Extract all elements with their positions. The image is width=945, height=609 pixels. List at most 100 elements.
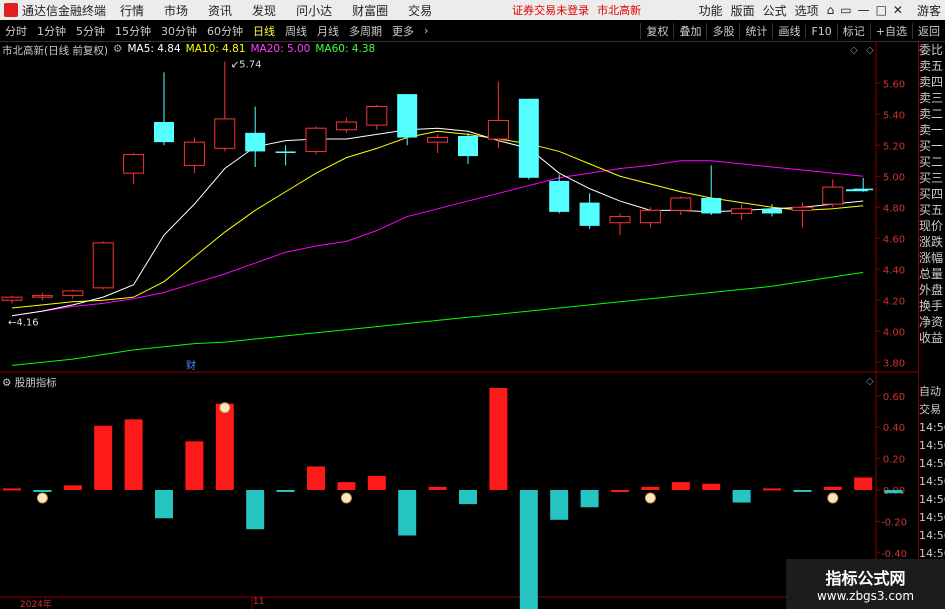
- money-bag-icon: [827, 492, 839, 504]
- quote-row-17: 净资: [919, 315, 944, 329]
- quote-row-5: 卖一: [919, 123, 944, 137]
- candle: [701, 165, 722, 215]
- money-bag-icon: [340, 492, 352, 504]
- quote-row-16: 换手: [919, 299, 944, 313]
- candle: [458, 132, 478, 164]
- candle: [275, 145, 296, 166]
- trade-row-4: 14:56: [919, 457, 945, 470]
- trade-row-2: 14:56: [919, 421, 945, 434]
- candle-body: [701, 197, 722, 214]
- kline-chart[interactable]: 5.60 5.40 5.20 5.00 4.80 4.60 4.40 4.20 4.00 3.80…: [0, 0, 945, 609]
- quote-row-2: 卖四: [919, 75, 944, 89]
- quote-row-1: 卖五: [919, 59, 944, 73]
- price-label: 5.20: [883, 141, 905, 152]
- finance-marker: 财: [186, 359, 196, 372]
- candle-body: [427, 137, 449, 143]
- candle: [518, 98, 539, 180]
- candle: [214, 61, 236, 152]
- indicator-bar: [246, 490, 265, 530]
- candle-body: [183, 141, 205, 166]
- candle-body: [305, 127, 327, 152]
- quote-row-15: 外盘: [919, 283, 944, 297]
- indicator-title: ⚙ 股朋指标: [2, 375, 57, 390]
- trade-row-3: 14:56: [919, 439, 945, 452]
- candle: [397, 94, 418, 146]
- candle: [245, 106, 266, 167]
- quote-row-14: 总量: [919, 267, 944, 281]
- candle-body: [518, 98, 539, 178]
- candle: [31, 292, 53, 301]
- indicator-bar: [611, 490, 629, 492]
- quote-row-6: 买一: [919, 139, 944, 153]
- quote-row-3: 卖三: [919, 91, 944, 105]
- diamond-icon: ◇: [850, 45, 858, 56]
- quote-row-4: 卖二: [919, 107, 944, 121]
- quote-row-11: 现价: [919, 219, 944, 233]
- candle-body: [397, 94, 418, 138]
- time-axis: 2024年 11: [0, 597, 780, 609]
- candle: [731, 204, 753, 220]
- money-bag-icon: [644, 492, 656, 504]
- indicator-settings-icon[interactable]: ⚙: [2, 377, 11, 389]
- candle-body: [31, 295, 53, 298]
- candle-body: [214, 118, 236, 149]
- indicator-bar: [854, 477, 873, 490]
- indicator-name: 股朋指标: [14, 377, 57, 389]
- candle: [92, 241, 114, 290]
- indicator-bar: [519, 490, 538, 609]
- candle: [154, 72, 174, 146]
- quote-row-9: 买四: [919, 187, 944, 201]
- candle: [366, 104, 388, 130]
- indicator-bar: [732, 490, 751, 503]
- indicator-bar: [124, 419, 143, 490]
- candle-body: [366, 106, 388, 126]
- candle: [670, 196, 692, 215]
- trade-row-5: 14:56: [919, 475, 945, 488]
- price-label: 5.00: [883, 172, 905, 183]
- quote-row-0: 委比: [919, 43, 944, 57]
- quote-row-18: 收益: [919, 331, 944, 345]
- quote-panel: 委比 卖五 卖四 卖三 卖二 卖一 买一 买二 买三 买四 买五 现价 涨跌 涨幅 总量 外盘 换手 净资 收益: [918, 42, 945, 382]
- indicator-bar: [702, 483, 721, 490]
- watermark-url: www.zbgs3.com: [816, 589, 915, 603]
- ma60-line: [11, 271, 864, 366]
- diamond-icon: ◇: [866, 376, 874, 387]
- candle: [609, 213, 631, 236]
- quote-row-12: 涨跌: [919, 235, 944, 249]
- candle-body: [731, 208, 753, 214]
- quote-row-8: 买三: [919, 171, 944, 185]
- indicator-bar: [63, 485, 82, 490]
- indicator-bar: [215, 403, 234, 490]
- candle: [549, 174, 570, 214]
- indicator-bar: [763, 488, 781, 491]
- trade-row-7: 14:56: [919, 511, 945, 524]
- candle-body: [458, 135, 478, 157]
- candle: [305, 126, 327, 155]
- candle-body: [609, 216, 631, 224]
- indicator-bar: [398, 490, 417, 536]
- candle-body: [123, 154, 145, 174]
- price-label: 4.60: [883, 234, 905, 245]
- candle: [62, 289, 84, 299]
- indicator-bar: [671, 482, 690, 490]
- candle: [822, 179, 844, 208]
- indicator-bar: [337, 482, 356, 490]
- candle-body: [670, 197, 692, 211]
- candle: [335, 117, 357, 133]
- indicator-bar: [155, 490, 173, 519]
- indicator-bar: [94, 425, 113, 490]
- watermark-title: 指标公式网: [825, 569, 906, 588]
- indicator-bar: [580, 490, 599, 508]
- trade-row-8: 14:56: [919, 529, 945, 542]
- indicator-bar: [3, 488, 21, 491]
- price-label: 4.40: [883, 265, 905, 276]
- indicator-bar: [641, 486, 660, 490]
- money-bag-icon: [36, 492, 48, 504]
- trade-row-1: 交易: [919, 403, 941, 416]
- indicator-bar: [459, 490, 477, 505]
- candle-body: [1, 296, 23, 301]
- indicator-bar: [307, 466, 325, 490]
- candle-body: [822, 186, 844, 205]
- candle: [487, 81, 509, 149]
- price-label: 5.60: [883, 79, 905, 90]
